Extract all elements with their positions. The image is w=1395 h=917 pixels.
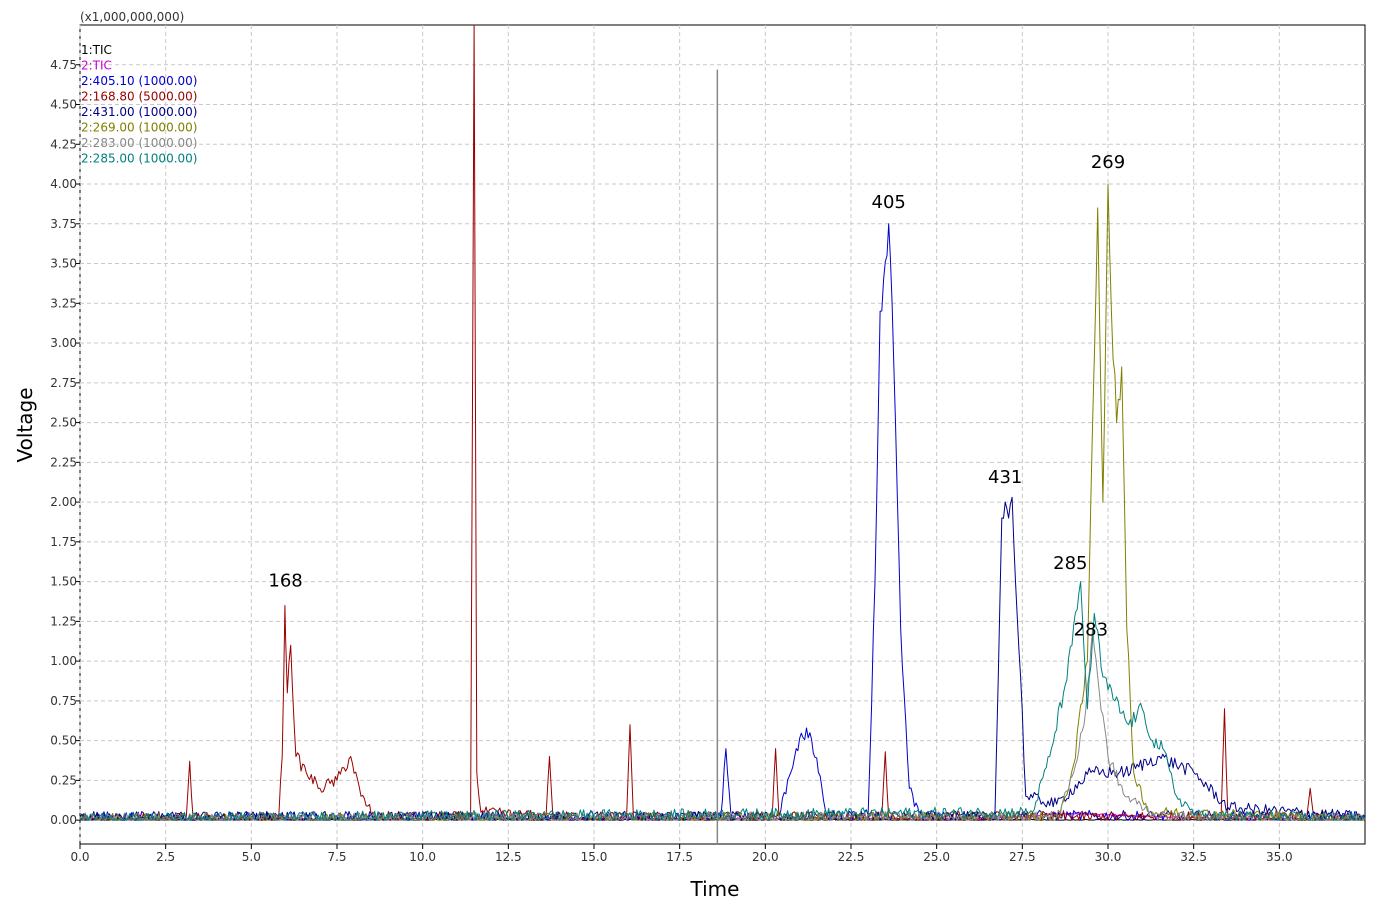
x-tick-label: 20.0 xyxy=(752,850,779,864)
y-tick-label: 4.75 xyxy=(50,58,77,72)
peak-label: 269 xyxy=(1091,152,1125,173)
x-tick-label: 27.5 xyxy=(1009,850,1036,864)
legend-entry: 2:TIC xyxy=(81,59,112,73)
x-tick-label: 5.0 xyxy=(242,850,261,864)
y-axis-title: Voltage xyxy=(13,387,37,462)
legend-entry: 2:405.10 (1000.00) xyxy=(81,74,197,88)
x-tick-label: 32.5 xyxy=(1180,850,1207,864)
y-tick-label: 2.50 xyxy=(50,416,77,430)
x-tick-label: 17.5 xyxy=(666,850,693,864)
x-tick-label: 22.5 xyxy=(838,850,865,864)
x-tick-label: 7.5 xyxy=(327,850,346,864)
x-tick-label: 15.0 xyxy=(581,850,608,864)
y-tick-label: 1.50 xyxy=(50,575,77,589)
y-tick-label: 3.25 xyxy=(50,296,77,310)
y-tick-label: 3.75 xyxy=(50,217,77,231)
y-tick-label: 4.00 xyxy=(50,177,77,191)
plot-frame xyxy=(79,24,1366,845)
y-axis-ticks: 0.00 0.25 0.50 0.75 1.00 1.25 1.50 1.75 2.00 2.25… xyxy=(50,58,80,827)
y-tick-label: 0.25 xyxy=(50,773,77,787)
y-tick-label: 2.25 xyxy=(50,455,77,469)
y-tick-label: 2.00 xyxy=(50,495,77,509)
x-tick-label: 25.0 xyxy=(923,850,950,864)
legend-entry: 2:269.00 (1000.00) xyxy=(81,121,197,135)
peak-label: 168 xyxy=(268,570,302,591)
y-tick-label: 3.00 xyxy=(50,336,77,350)
peak-label: 431 xyxy=(988,467,1022,488)
y-tick-label: 4.25 xyxy=(50,137,77,151)
x-tick-label: 12.5 xyxy=(495,850,522,864)
legend-entry: 1:TIC xyxy=(81,43,112,57)
x-tick-label: 35.0 xyxy=(1266,850,1293,864)
legend-entry: 2:283.00 (1000.00) xyxy=(81,136,197,150)
y-tick-label: 0.75 xyxy=(50,694,77,708)
peak-label: 405 xyxy=(872,192,906,213)
x-tick-label: 30.0 xyxy=(1095,850,1122,864)
legend-entry: 2:168.80 (5000.00) xyxy=(81,90,197,104)
x-tick-label: 10.0 xyxy=(409,850,436,864)
y-tick-label: 0.00 xyxy=(50,813,77,827)
y-tick-label: 4.50 xyxy=(50,98,77,112)
chromatogram-chart: 0.0 2.5 5.0 7.5 10.0 12.5 15.0 17.5 20.0 22.5 25.0… xyxy=(13,10,1366,901)
y-tick-label: 1.25 xyxy=(50,614,77,628)
y-tick-label: 0.50 xyxy=(50,734,77,748)
legend-entry: 2:285.00 (1000.00) xyxy=(81,152,197,166)
peak-label: 285 xyxy=(1053,553,1087,574)
peak-label: 283 xyxy=(1074,620,1108,641)
x-axis-title: Time xyxy=(690,877,740,901)
y-tick-label: 3.50 xyxy=(50,257,77,271)
y-tick-label: 2.75 xyxy=(50,376,77,390)
x-tick-label: 2.5 xyxy=(156,850,175,864)
y-tick-label: 1.75 xyxy=(50,535,77,549)
y-multiplier-label: (x1,000,000,000) xyxy=(80,10,184,24)
x-axis-ticks: 0.0 2.5 5.0 7.5 10.0 12.5 15.0 17.5 20.0 22.5 25.0… xyxy=(70,844,1293,864)
x-tick-label: 0.0 xyxy=(70,850,89,864)
y-tick-label: 1.00 xyxy=(50,654,77,668)
legend-entry: 2:431.00 (1000.00) xyxy=(81,105,197,119)
